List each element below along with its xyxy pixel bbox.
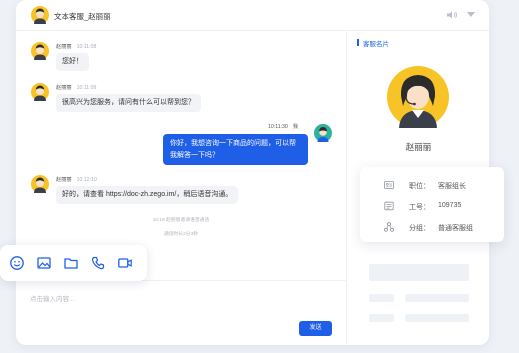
agent-avatar [31,175,49,193]
send-button[interactable]: 发送 [299,321,332,336]
message-meta: 赵丽丽 10:11:09 [56,84,96,91]
placeholder-block [369,314,394,322]
panel-title: 客服名片 [357,38,389,48]
message-bubble-self: 你好，我想咨询一下商品的问题，可以帮我解答一下吗？ [163,134,308,165]
message-bubble: 您好！ [56,53,89,71]
agent-large-avatar [387,66,449,128]
video-icon[interactable] [117,255,133,271]
call-duration-notice: 通话时长2分3秒 [163,232,199,237]
user-avatar [314,124,332,142]
sender-name: 我 [292,124,299,130]
message-meta: 赵丽丽 10:12:10 [56,176,97,183]
placeholder-block [405,294,469,302]
placeholder-block [369,294,394,302]
id-card-icon [384,181,394,189]
agent-avatar [31,83,49,101]
message-input-area[interactable]: 点击输入内容... 发送 [16,280,346,345]
agent-avatar-icon[interactable] [31,6,49,24]
message-input[interactable]: 点击输入内容... [30,293,74,303]
info-row-group: 分组： 普通客服组 [360,221,504,233]
message-bubble: 好的，请查看 https://doc-zh.zego.im/，稍后语音沟通。 [56,186,239,204]
message-time: 10:11:09 [76,85,97,91]
system-notice: 10:18 赵丽丽邀请语音通话 [152,218,210,223]
info-label: 工号： [409,204,430,211]
group-icon [384,222,394,232]
info-value: 客服组长 [438,183,466,190]
message-time: 10:11:30 [268,124,288,130]
badge-icon [384,201,394,211]
message-meta: 赵丽丽 10:11:08 [56,43,96,50]
message-meta: 10:11:30 我 [268,123,298,130]
info-row-employee-id: 工号： 109735 [360,200,504,212]
message-bubble: 很高兴为您服务，请问有什么可以帮到您？ [56,94,201,112]
info-label: 分组： [409,225,430,232]
info-value: 普通客服组 [438,225,473,232]
agent-info-card: 职位： 客服组长 工号： 109735 分组： 普通客服组 [360,167,504,242]
agent-avatar [31,42,49,60]
chat-title: 文本客服_赵丽丽 [54,12,111,21]
sender-name: 赵丽丽 [56,177,72,183]
volume-icon[interactable] [446,10,458,20]
sender-name: 赵丽丽 [56,85,72,91]
chat-toolbar [0,245,147,281]
info-label: 职位： [409,183,430,190]
info-value: 109735 [438,202,462,209]
message-time: 10:11:08 [76,44,97,50]
info-row-position: 职位： 客服组长 [360,179,504,191]
phone-icon[interactable] [90,255,106,271]
chevron-down-icon[interactable] [467,12,475,17]
placeholder-block [405,314,469,322]
agent-name: 赵丽丽 [405,142,432,152]
emoji-icon[interactable] [9,255,25,271]
chat-header: 文本客服_赵丽丽 [16,0,489,31]
folder-icon[interactable] [63,255,79,271]
placeholder-block [369,264,469,281]
message-time: 10:12:10 [76,177,97,183]
image-icon[interactable] [36,255,52,271]
sender-name: 赵丽丽 [56,44,72,50]
